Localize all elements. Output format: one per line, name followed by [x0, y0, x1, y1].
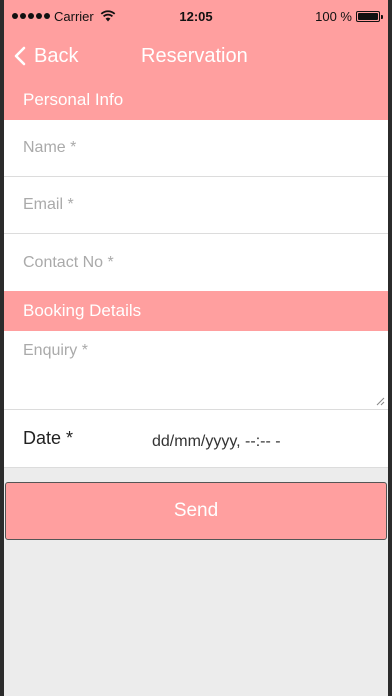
wifi-icon — [100, 10, 116, 22]
status-right: 100 % — [315, 8, 383, 24]
email-input[interactable] — [23, 177, 388, 233]
email-field-row — [4, 177, 388, 234]
date-label: Date * — [23, 428, 74, 448]
section-header-personal-info: Personal Info — [4, 80, 388, 120]
resize-handle-icon[interactable] — [376, 397, 385, 406]
back-button[interactable]: Back — [4, 32, 78, 80]
status-bar: Carrier 12:05 100 % — [4, 0, 388, 32]
device-frame-right — [388, 0, 392, 696]
back-label: Back — [34, 44, 79, 67]
enquiry-field-row — [4, 331, 388, 410]
section-header-booking-details: Booking Details — [4, 291, 388, 331]
carrier-label: Carrier — [54, 8, 94, 24]
battery-percent: 100 % — [315, 8, 352, 24]
send-button[interactable]: Send — [5, 482, 387, 540]
contact-input[interactable] — [23, 234, 388, 291]
battery-icon — [356, 10, 383, 22]
name-input[interactable] — [23, 120, 388, 176]
page-title: Reservation — [141, 44, 248, 67]
status-left: Carrier — [12, 9, 116, 24]
signal-strength-icon — [12, 13, 50, 19]
name-field-row — [4, 120, 388, 177]
app-screen: Carrier 12:05 100 % Back Reservation Per… — [4, 0, 388, 696]
date-time-input[interactable]: dd/mm/yyyy, --:-- - — [152, 427, 281, 451]
date-field-row: Date * dd/mm/yyyy, --:-- - — [4, 410, 388, 468]
chevron-left-icon — [14, 46, 26, 66]
contact-field-row — [4, 234, 388, 291]
enquiry-textarea[interactable] — [4, 331, 388, 409]
navigation-bar: Back Reservation — [4, 32, 388, 80]
